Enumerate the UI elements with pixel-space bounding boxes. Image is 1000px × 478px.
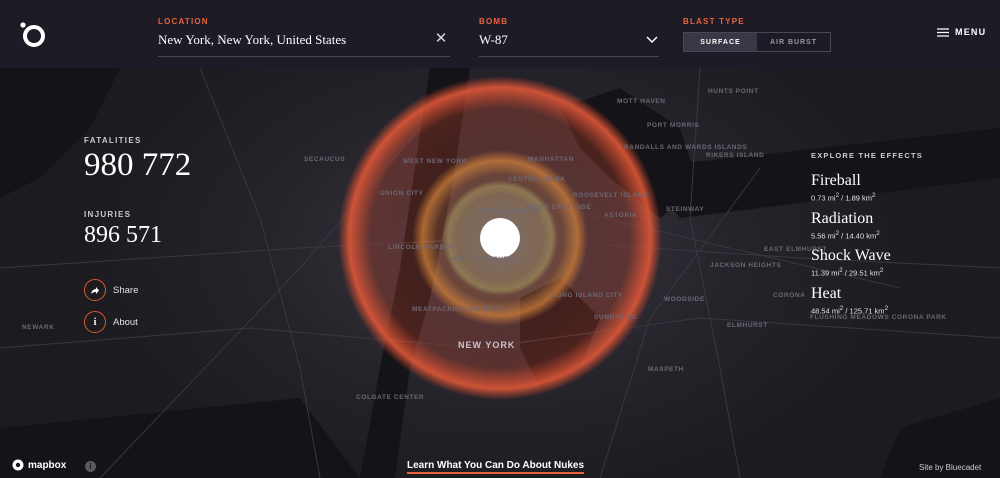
about-label: About [113,316,138,328]
mapbox-attribution[interactable]: mapbox [12,459,66,471]
map-label: HUNTS POINT [708,88,759,95]
map-label: RIKERS ISLAND [706,152,765,159]
effect-shock-wave[interactable]: Shock Wave 11.39 mi2 / 29.51 km2 [811,247,923,278]
effect-heat[interactable]: Heat 48.54 mi2 / 125.71 km2 [811,285,923,316]
fatalities-label: FATALITIES [84,136,142,145]
learn-more-link[interactable]: Learn What You Can Do About Nukes [407,460,585,474]
effect-area: 5.56 mi2 / 14.40 km2 [811,229,880,241]
mapbox-logo-icon [12,459,24,471]
map-label: SUNNYSIDE [594,314,638,321]
share-label: Share [113,284,139,296]
share-button[interactable]: Share [84,279,138,301]
site-credit[interactable]: Site by Bluecadet [919,463,981,472]
effect-name: Shock Wave [811,247,891,264]
map-label: MOTT HAVEN [617,98,666,105]
effect-name: Fireball [811,172,861,189]
map-label: NEWARK [22,324,55,331]
map-label: MANHATTAN [528,156,574,163]
map-label: JACKSON HEIGHTS [710,262,782,269]
map-label: ASTORIA [604,212,638,219]
bomb-select[interactable]: W-87 [479,32,659,57]
map-label: MASPETH [648,366,684,373]
effect-area: 48.54 mi2 / 125.71 km2 [811,304,889,316]
map-label: ELMHURST [727,322,768,329]
chevron-down-icon[interactable] [646,36,658,44]
map-label: NEW YORK [458,340,516,350]
effects-panel: EXPLORE THE EFFECTS Fireball 0.73 mi2 / … [811,151,923,322]
map-label: STEINWAY [666,206,705,213]
blast-type-toggle: SURFACE AIR BURST [683,32,831,52]
effects-title: EXPLORE THE EFFECTS [811,151,923,160]
map-label: MEATPACKING DISTRICT [412,306,504,313]
logo-icon[interactable] [18,20,48,50]
map-label: CENTRAL PARK [508,176,566,183]
blast-type-label: BLAST TYPE [683,17,745,26]
top-bar: LOCATION New York, New York, United Stat… [0,0,1000,68]
map-label: ROOSEVELT ISLAND [573,192,649,199]
clear-location-icon[interactable]: ✕ [434,31,448,46]
effect-fireball[interactable]: Fireball 0.73 mi2 / 1.89 km2 [811,172,923,203]
map-info-icon[interactable]: i [85,461,96,472]
map-label: PORT MORRIS [647,122,700,129]
map-label: SECAUCUS [304,156,346,163]
effect-name: Radiation [811,209,874,227]
injuries-value: 896 571 [84,222,162,248]
mapbox-label: mapbox [28,459,67,471]
map-label: CORONA [773,292,806,299]
blast-surface-option[interactable]: SURFACE [684,33,757,51]
map-label: LINCOLN HARBOR [388,244,456,251]
map-label: WEST NEW YORK [403,158,468,165]
effect-name: Heat [811,284,842,302]
map-label: WOODSIDE [664,296,705,303]
map-label: HELL'S KITCHEN [452,256,514,263]
injuries-label: INJURIES [84,210,132,219]
effect-area: 0.73 mi2 / 1.89 km2 [811,192,876,203]
map-label: UPPER EAST SIDE [524,204,592,211]
blast-air-burst-option[interactable]: AIR BURST [757,33,830,51]
effect-area: 11.39 mi2 / 29.51 km2 [811,267,884,278]
about-button[interactable]: i About [84,311,138,333]
share-icon [84,279,106,301]
location-input[interactable]: New York, New York, United States [158,32,450,57]
fatalities-value: 980 772 [84,147,192,183]
menu-button[interactable]: MENU [937,27,986,37]
location-label: LOCATION [158,17,209,26]
hamburger-icon [937,27,949,37]
fireball-circle [480,218,520,258]
menu-label: MENU [955,27,987,37]
map-label: LONG ISLAND CITY [552,292,623,299]
map-label: UNION CITY [380,190,424,197]
map-label: COLGATE CENTER [356,394,425,401]
info-icon: i [84,311,106,333]
effect-radiation[interactable]: Radiation 5.56 mi2 / 14.40 km2 [811,210,923,241]
map-label: RANDALLS AND WARDS ISLANDS [624,144,748,151]
bomb-label: BOMB [479,17,509,26]
